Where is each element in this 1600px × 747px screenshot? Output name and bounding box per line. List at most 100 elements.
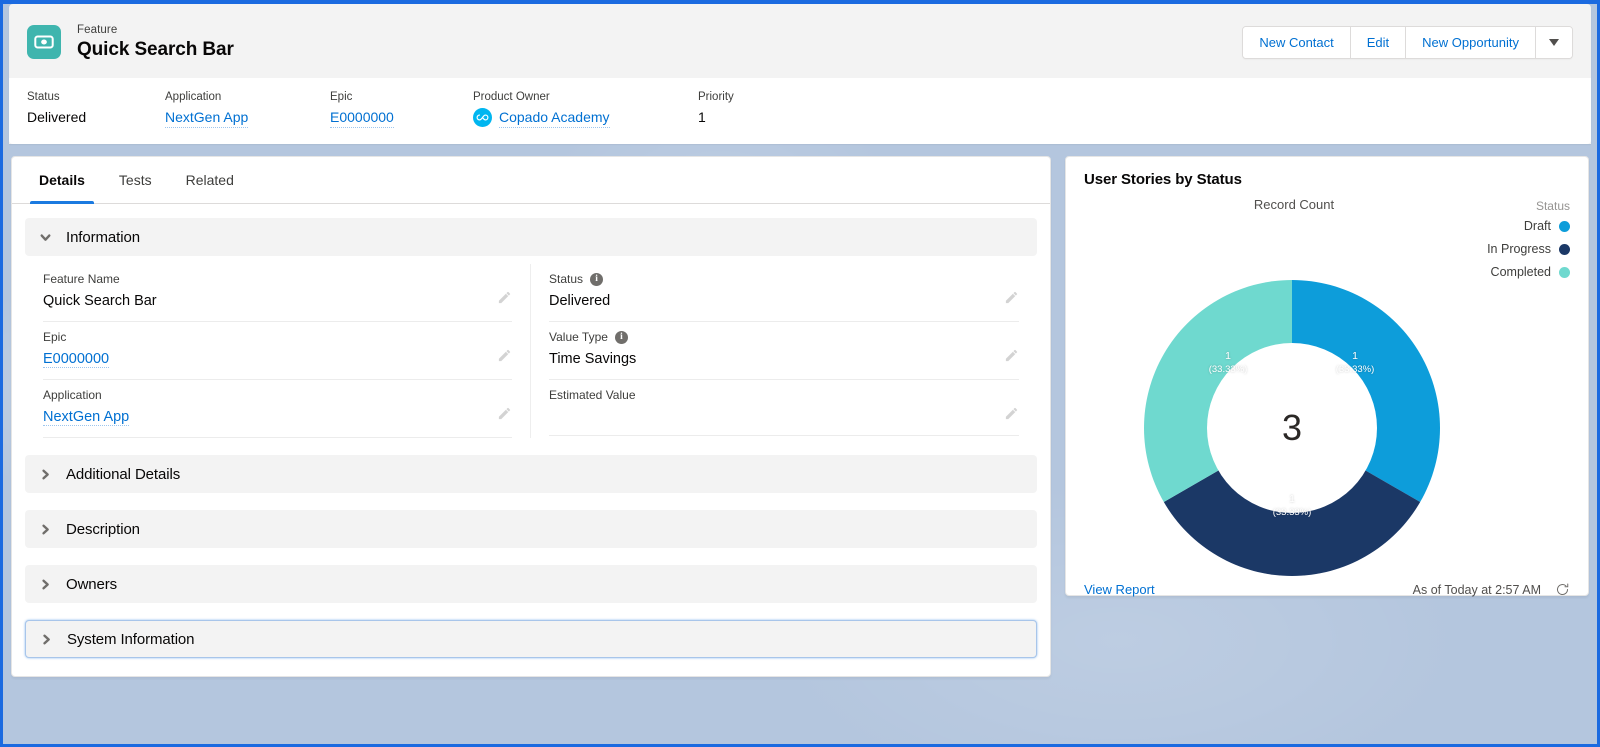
highlight-value: Copado Academy	[473, 107, 698, 128]
record-highlights-panel: Feature Quick Search Bar New Contact Edi…	[9, 4, 1591, 144]
section-title: Owners	[66, 575, 118, 593]
tab-details[interactable]: Details	[22, 157, 102, 204]
field-estimated-value: Estimated Value	[549, 380, 1019, 436]
section-header-additional-details[interactable]: Additional Details	[25, 455, 1037, 493]
chevron-right-icon	[42, 469, 49, 479]
new-contact-button[interactable]: New Contact	[1243, 26, 1351, 58]
record-title-block: Feature Quick Search Bar	[77, 23, 234, 62]
highlight-label: Epic	[330, 91, 353, 103]
edit-pencil-icon[interactable]	[497, 348, 512, 363]
donut-chart-area: 1 (33.33%) 1 (33.33%) 1 (33.33%) 3	[1084, 278, 1570, 578]
chart-top: Record Count Status Draft In Progress Co	[1084, 197, 1570, 284]
legend-color-swatch	[1559, 267, 1570, 278]
field-status: Status i Delivered	[549, 264, 1019, 322]
edit-pencil-icon[interactable]	[1004, 406, 1019, 421]
highlight-value: 1	[698, 109, 706, 125]
field-label: Estimated Value	[549, 388, 636, 402]
field-value: Time Savings	[549, 351, 637, 367]
edit-pencil-icon[interactable]	[497, 290, 512, 305]
section-title: System Information	[67, 630, 195, 648]
chart-footer: View Report As of Today at 2:57 AM	[1084, 578, 1570, 597]
donut-svg	[1144, 280, 1440, 576]
highlight-field-status: Status Delivered	[27, 89, 165, 128]
highlight-label: Priority	[698, 91, 734, 103]
section-title: Description	[66, 520, 140, 538]
field-label-text: Value Type	[549, 330, 608, 344]
product-owner-link[interactable]: Copado Academy	[499, 107, 610, 128]
details-body: Information Feature Name Quick Search Ba…	[12, 204, 1050, 676]
highlight-value: NextGen App	[165, 107, 330, 128]
field-label: Epic	[43, 330, 67, 344]
field-application: Application NextGen App	[43, 380, 512, 438]
page-title: Quick Search Bar	[77, 38, 234, 60]
chart-measure-label: Record Count	[1253, 197, 1335, 212]
entity-type-label: Feature	[77, 23, 118, 36]
chevron-down-icon	[40, 233, 51, 241]
banknote-icon	[27, 25, 61, 59]
highlight-label: Status	[27, 91, 60, 103]
legend-label: In Progress	[1487, 242, 1551, 256]
legend-item-in-progress[interactable]: In Progress	[1464, 238, 1570, 261]
highlight-field-epic: Epic E0000000	[330, 89, 473, 128]
info-icon[interactable]: i	[614, 330, 628, 344]
information-fields: Feature Name Quick Search Bar Epic E0000…	[25, 256, 1037, 438]
edit-pencil-icon[interactable]	[1004, 348, 1019, 363]
more-actions-button[interactable]	[1536, 26, 1572, 58]
action-button-group: New Contact Edit New Opportunity	[1242, 25, 1573, 59]
tab-related[interactable]: Related	[169, 157, 251, 203]
refresh-icon[interactable]	[1555, 582, 1570, 597]
copado-logo-icon	[473, 108, 492, 127]
highlight-field-priority: Priority 1	[698, 89, 734, 128]
highlight-field-product-owner: Product Owner Copado Academy	[473, 89, 698, 128]
as-of-label: As of Today at 2:57 AM	[1412, 582, 1541, 597]
donut-chart: 1 (33.33%) 1 (33.33%) 1 (33.33%) 3	[1142, 278, 1442, 578]
field-value: NextGen App	[43, 404, 512, 428]
fields-left-column: Feature Name Quick Search Bar Epic E0000…	[25, 264, 531, 438]
chart-title: User Stories by Status	[1084, 171, 1242, 188]
highlight-value: E0000000	[330, 107, 473, 128]
field-label: Value Type i	[549, 328, 1019, 346]
legend-label: Draft	[1523, 219, 1551, 233]
chart-legend: Status Draft In Progress Completed	[1464, 197, 1570, 284]
chart-refresh-area: As of Today at 2:57 AM	[1413, 582, 1570, 597]
section-header-system-information[interactable]: System Information	[25, 620, 1037, 658]
section-header-owners[interactable]: Owners	[25, 565, 1037, 603]
highlight-value: Delivered	[27, 109, 87, 125]
highlight-field-application: Application NextGen App	[165, 89, 330, 128]
edit-pencil-icon[interactable]	[1004, 290, 1019, 305]
edit-pencil-icon[interactable]	[497, 406, 512, 421]
field-label-text: Status	[549, 272, 584, 286]
epic-value-link[interactable]: E0000000	[43, 351, 110, 368]
field-label: Application	[43, 388, 102, 402]
section-title: Information	[66, 228, 140, 246]
app-page: Feature Quick Search Bar New Contact Edi…	[0, 0, 1600, 747]
application-value-link[interactable]: NextGen App	[43, 409, 130, 426]
highlight-label: Application	[165, 91, 222, 103]
section-header-information[interactable]: Information	[25, 218, 1037, 256]
section-title: Additional Details	[66, 465, 181, 483]
record-tabs: Details Tests Related	[12, 157, 1050, 204]
header-actions: New Contact Edit New Opportunity	[1242, 25, 1573, 59]
highlight-label: Product Owner	[473, 91, 550, 103]
main-content: Details Tests Related Information Featur…	[3, 144, 1597, 737]
field-value: Delivered	[549, 293, 611, 309]
legend-item-draft[interactable]: Draft	[1464, 215, 1570, 238]
field-value: E0000000	[43, 346, 512, 370]
epic-link[interactable]: E0000000	[330, 107, 394, 128]
view-report-link[interactable]: View Report	[1084, 582, 1155, 597]
info-icon[interactable]: i	[590, 272, 604, 286]
field-value-type: Value Type i Time Savings	[549, 322, 1019, 380]
section-header-description[interactable]: Description	[25, 510, 1037, 548]
tab-tests[interactable]: Tests	[102, 157, 169, 203]
field-label: Feature Name	[43, 272, 120, 286]
fields-right-column: Status i Delivered Value Type i Time Sav…	[531, 264, 1037, 438]
edit-button[interactable]: Edit	[1350, 26, 1407, 58]
field-epic: Epic E0000000	[43, 322, 512, 380]
chevron-right-icon	[42, 579, 49, 589]
new-opportunity-button[interactable]: New Opportunity	[1406, 26, 1536, 58]
application-link[interactable]: NextGen App	[165, 107, 249, 128]
field-value: Quick Search Bar	[43, 293, 157, 309]
